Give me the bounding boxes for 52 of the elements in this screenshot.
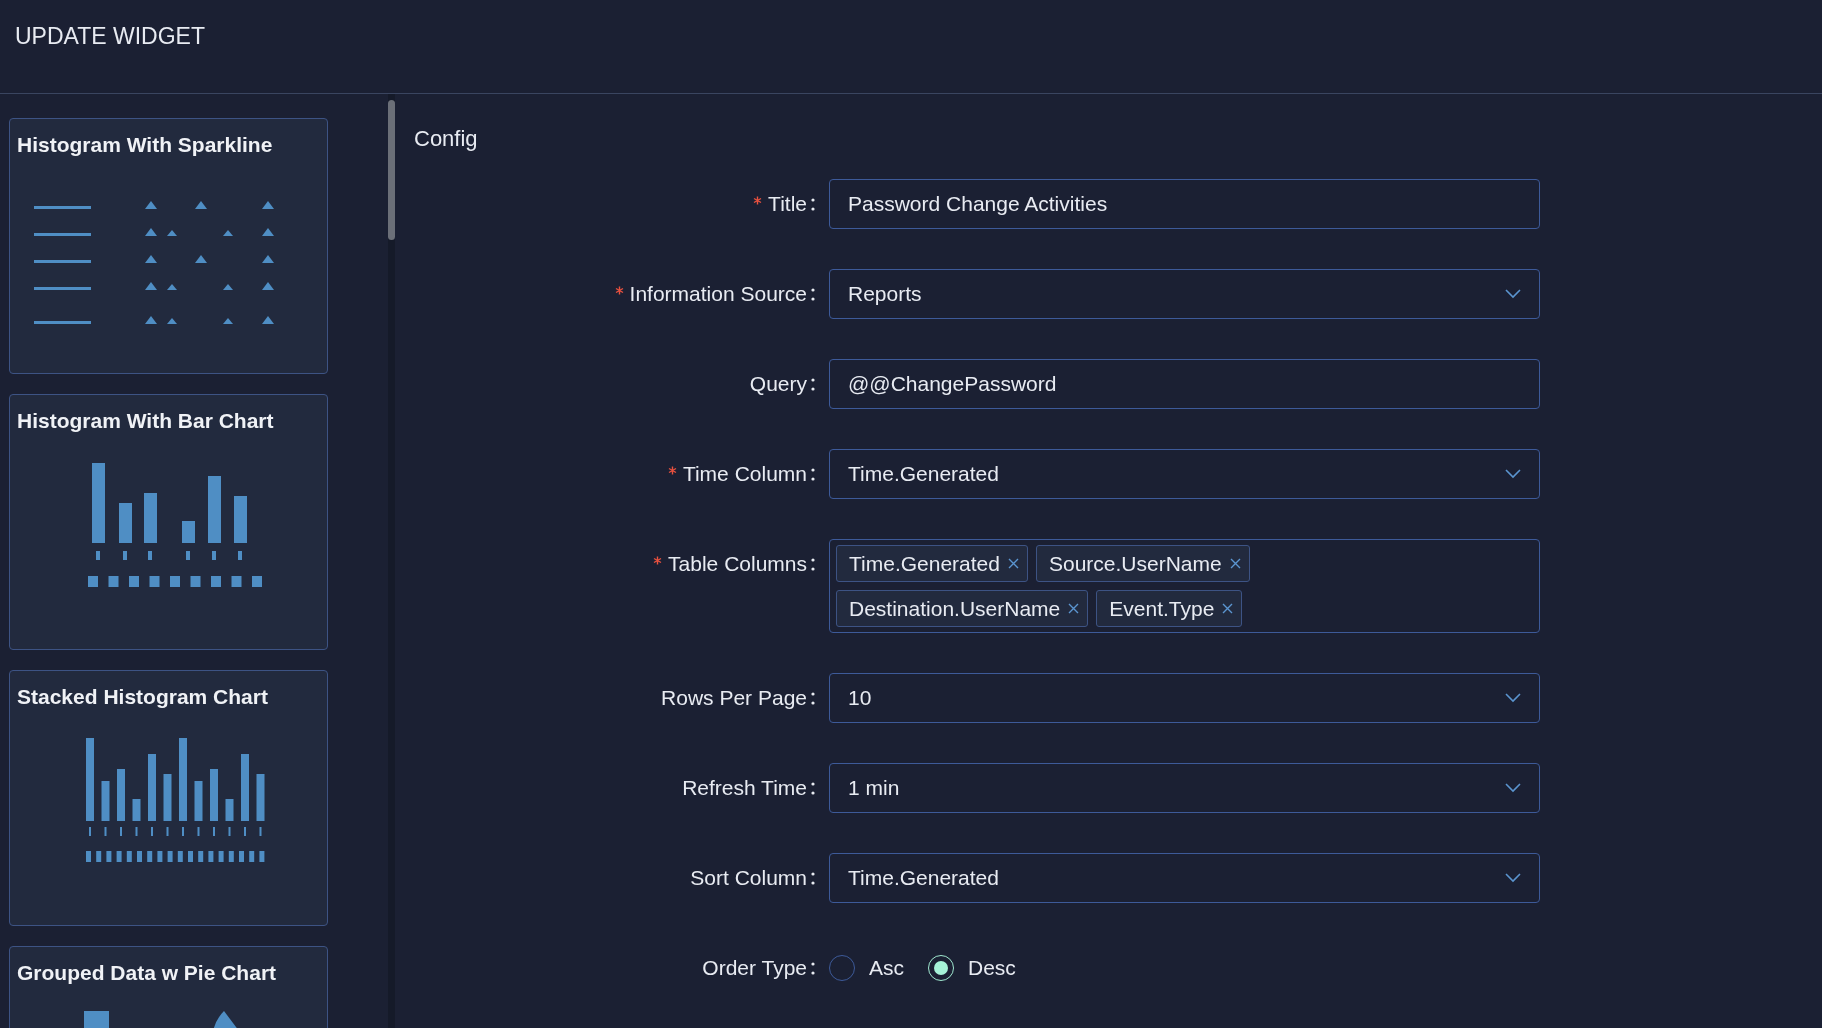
select-field[interactable]: 10 xyxy=(829,673,1540,723)
card-title: Stacked Histogram Chart xyxy=(17,684,269,710)
chevron-down-icon xyxy=(1505,289,1521,299)
widget-type-card[interactable]: Stacked Histogram Chart xyxy=(9,670,328,926)
text-field[interactable]: @@ChangePassword xyxy=(829,359,1540,409)
card-title: Histogram With Sparkline xyxy=(17,132,274,158)
tag-chip[interactable]: Source.UserName xyxy=(1035,545,1250,582)
close-icon[interactable] xyxy=(1222,603,1234,614)
chevron-down-icon xyxy=(1505,783,1521,793)
field-label: Information Source xyxy=(629,281,807,308)
radio-option[interactable]: Desc xyxy=(928,952,1016,984)
section-heading: Config xyxy=(414,125,479,153)
widget-type-card[interactable]: Histogram With Sparkline xyxy=(9,118,328,374)
widget-type-card[interactable]: Histogram With Bar Chart xyxy=(9,394,328,650)
dialog-title: UPDATE WIDGET xyxy=(15,22,205,52)
close-icon[interactable] xyxy=(1007,558,1019,569)
select-field[interactable]: Time.Generated xyxy=(829,853,1540,903)
tag-chip[interactable]: Event.Type xyxy=(1096,590,1243,627)
widget-type-card[interactable]: Grouped Data w Pie Chart xyxy=(9,946,328,1028)
label-separator-icon xyxy=(811,377,815,391)
card-title: Grouped Data w Pie Chart xyxy=(17,960,278,986)
label-separator-icon xyxy=(811,781,815,795)
chevron-down-icon xyxy=(1505,873,1521,883)
card-title: Histogram With Bar Chart xyxy=(17,408,275,434)
label-separator-icon xyxy=(811,961,815,975)
label-separator-icon xyxy=(811,467,815,481)
close-icon[interactable] xyxy=(1068,603,1080,614)
field-label: Query xyxy=(749,371,807,398)
field-label: Title xyxy=(768,191,807,218)
close-icon[interactable] xyxy=(1229,558,1241,569)
label-separator-icon xyxy=(811,691,815,705)
chevron-down-icon xyxy=(1505,693,1521,703)
radio-option[interactable]: Asc xyxy=(829,952,904,984)
select-field[interactable]: Time.Generated xyxy=(829,449,1540,499)
field-label: Rows Per Page xyxy=(661,685,807,712)
label-separator-icon xyxy=(811,557,815,571)
label-separator-icon xyxy=(811,197,815,211)
field-label: Refresh Time xyxy=(682,775,807,802)
tag-chip[interactable]: Destination.UserName xyxy=(836,590,1089,627)
select-field[interactable]: 1 min xyxy=(829,763,1540,813)
chevron-down-icon xyxy=(1505,469,1521,479)
label-separator-icon xyxy=(811,287,815,301)
field-label: Table Columns xyxy=(668,551,807,578)
tag-chip[interactable]: Time.Generated xyxy=(836,545,1028,582)
tag-select-field[interactable]: Time.Generated Source.UserName Destination.UserName Event.Type xyxy=(829,539,1540,633)
label-separator-icon xyxy=(811,871,815,885)
field-label: Time Column xyxy=(682,461,807,488)
select-field[interactable]: Reports xyxy=(829,269,1540,319)
field-label: Order Type xyxy=(702,955,807,982)
field-label: Sort Column xyxy=(690,865,807,892)
text-field[interactable]: Password Change Activities xyxy=(829,179,1540,229)
scrollbar[interactable] xyxy=(388,94,395,1028)
